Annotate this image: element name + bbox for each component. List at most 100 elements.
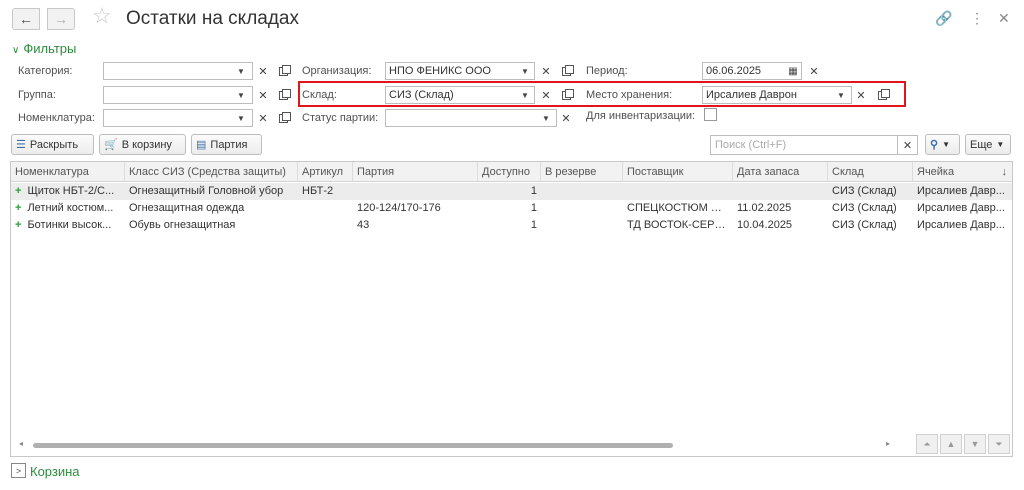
expand-button[interactable]: ☰ Раскрыть [11,134,94,155]
search-clear-icon[interactable]: ✕ [898,135,918,155]
nomenclature-clear-icon[interactable]: ✕ [254,109,272,127]
nomenclature-dropdown-icon[interactable]: ▼ [232,109,250,127]
table-cell: СПЕЦКОСТЮМ ОО... [627,202,733,214]
back-button[interactable]: ← [12,8,40,30]
batch-button[interactable]: ▤ Партия [191,134,262,155]
group-field[interactable] [103,86,253,104]
search-button[interactable]: ⚲ ▼ [925,134,960,155]
nomenclature-open-icon[interactable] [274,109,292,127]
column-header[interactable]: Ячейка ↓ [913,162,1013,182]
table-cell: 11.02.2025 [737,202,792,214]
more-button-label: Еще [970,138,993,151]
organization-field[interactable]: НПО ФЕНИКС ООО [385,62,535,80]
category-open-icon[interactable] [274,62,292,80]
plus-icon: + [15,185,22,197]
plus-icon: + [15,219,22,231]
nomenclature-label: Номенклатура: [18,112,95,124]
add-to-cart-button[interactable]: 🛒 В корзину [99,134,186,155]
more-button[interactable]: Еще ▼ [965,134,1011,155]
batch-status-field[interactable] [385,109,557,127]
table-cell: + Ботинки высок... [15,219,112,231]
document-icon: ▤ [196,139,207,151]
column-header[interactable]: Класс СИЗ (Средства защиты) [125,162,298,182]
table-cell [298,200,353,217]
close-icon[interactable]: ✕ [998,10,1010,27]
link-icon[interactable]: 🔗 [935,10,952,27]
group-label: Группа: [18,89,56,101]
search-dropdown-icon: ▼ [942,140,950,149]
table-cell: Ирсалиев Давр... [917,202,1005,214]
column-header[interactable]: Доступно [478,162,541,182]
highlight-box [298,81,906,107]
cart-icon: 🛒 [104,139,118,151]
category-dropdown-icon[interactable]: ▼ [232,62,250,80]
column-header[interactable]: Номенклатура [11,162,125,182]
table-cell: СИЗ (Склад) [832,185,897,197]
cart-label[interactable]: Корзина [30,464,80,479]
search-input[interactable]: Поиск (Ctrl+F) [710,135,898,155]
table-cell: Ирсалиев Давр... [917,219,1005,231]
column-header[interactable]: Артикул [298,162,353,182]
next-row-icon[interactable]: ▼ [964,434,986,454]
arrow-right-icon: → [54,11,68,27]
table-cell: + Летний костюм... [15,202,114,214]
period-clear-icon[interactable]: ✕ [805,62,823,80]
table-cell: 1 [530,219,537,231]
forward-button[interactable]: → [47,8,75,30]
table-cell: 43 [357,219,370,231]
organization-label: Организация: [302,65,372,77]
scroll-right-icon[interactable]: ▸ [886,439,890,448]
chevron-right-icon: > [15,465,22,476]
cart-toggle[interactable]: > [11,463,26,478]
for-inventory-label: Для инвентаризации: [586,110,696,122]
last-row-icon[interactable]: ⏷ [988,434,1010,454]
favorite-star-icon[interactable]: ☆ [92,5,112,27]
organization-dropdown-icon[interactable]: ▼ [516,62,534,80]
prev-row-icon[interactable]: ▲ [940,434,962,454]
table-cell: 1 [530,202,537,214]
more-menu-icon[interactable]: ⋮ [970,10,984,27]
table-cell [623,183,733,200]
table-cell: Огнезащитный Головной убор [129,185,284,197]
table-row[interactable]: + Ботинки высок... Обувь огнезащитная 43 … [11,217,1012,234]
column-header[interactable]: Партия [353,162,478,182]
table-cell: Огнезащитная одежда [129,202,245,214]
table-cell: 1 [530,185,537,197]
batch-status-clear-icon[interactable]: ✕ [557,109,575,127]
scroll-left-icon[interactable]: ◂ [19,439,23,448]
calendar-icon[interactable]: ▦ [784,62,802,80]
table-row[interactable]: + Летний костюм... Огнезащитная одежда 12… [11,200,1012,217]
first-row-icon[interactable]: ⏶ [916,434,938,454]
table-cell: СИЗ (Склад) [832,219,897,231]
for-inventory-checkbox[interactable] [704,108,717,121]
batch-status-dropdown-icon[interactable]: ▼ [537,109,555,127]
group-open-icon[interactable] [274,86,292,104]
table-cell: Обувь огнезащитная [129,219,236,231]
add-to-cart-label: В корзину [121,138,172,151]
sort-arrow-icon: ↓ [1001,166,1008,178]
table-cell: + Щиток НБТ-2/С... [15,185,115,197]
organization-clear-icon[interactable]: ✕ [537,62,555,80]
expand-button-label: Раскрыть [29,138,79,151]
chevron-down-icon: ∨ [12,45,20,56]
nomenclature-field[interactable] [103,109,253,127]
stock-table[interactable]: Номенклатура Класс СИЗ (Средства защиты)… [10,161,1013,457]
more-dropdown-icon: ▼ [996,140,1005,149]
horizontal-scrollbar[interactable] [33,443,673,448]
table-cell: СИЗ (Склад) [832,202,897,214]
table-row[interactable]: + Щиток НБТ-2/С... Огнезащитный Головной … [11,183,1012,200]
column-header[interactable]: Дата запаса [733,162,828,182]
group-dropdown-icon[interactable]: ▼ [232,86,250,104]
filters-toggle[interactable]: ∨ Фильтры [12,41,76,56]
group-clear-icon[interactable]: ✕ [254,86,272,104]
table-cell: ТД ВОСТОК-СЕРВ... [627,219,731,231]
column-header[interactable]: В резерве [541,162,623,182]
column-header[interactable]: Склад [828,162,913,182]
page-title: Остатки на складах [126,8,299,29]
category-clear-icon[interactable]: ✕ [254,62,272,80]
search-icon: ⚲ [930,139,939,151]
category-field[interactable] [103,62,253,80]
plus-icon: + [15,202,22,214]
organization-open-icon[interactable] [557,62,575,80]
column-header[interactable]: Поставщик [623,162,733,182]
